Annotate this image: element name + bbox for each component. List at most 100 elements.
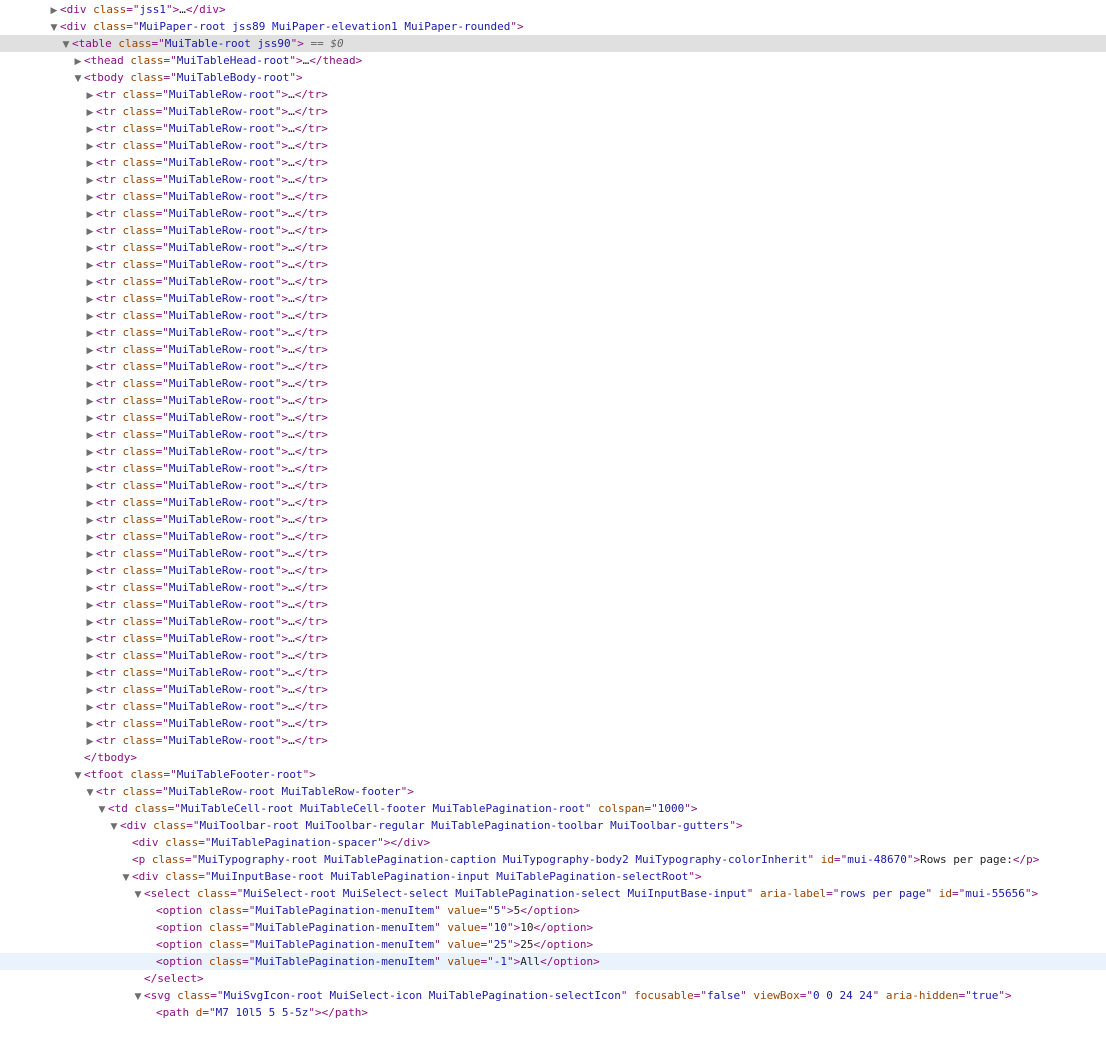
tree-node-tr[interactable]: ▶ <tr class="MuiTableRow-root">…</tr> bbox=[0, 86, 1106, 103]
closing-tag: </tr> bbox=[294, 241, 328, 254]
attribute-value: MuiTableRow-root bbox=[168, 445, 275, 458]
tree-node-p[interactable]: <p class="MuiTypography-root MuiTablePag… bbox=[0, 851, 1106, 868]
attribute-name: class bbox=[122, 445, 156, 458]
tree-node-tr[interactable]: ▶ <tr class="MuiTableRow-root">…</tr> bbox=[0, 239, 1106, 256]
tree-node-tr[interactable]: ▶ <tr class="MuiTableRow-root">…</tr> bbox=[0, 120, 1106, 137]
tree-node-tr[interactable]: ▶ <tr class="MuiTableRow-root">…</tr> bbox=[0, 494, 1106, 511]
attribute-name: class bbox=[122, 258, 156, 271]
attr-quote: =" bbox=[155, 734, 169, 747]
closing-tag: </tr> bbox=[294, 496, 328, 509]
attribute-value: MuiTableRow-root bbox=[168, 496, 275, 509]
tag-name: <div bbox=[132, 870, 159, 883]
tree-node-div[interactable]: ▼ <div class="MuiPaper-root jss89 MuiPape… bbox=[0, 18, 1106, 35]
tree-node-tr[interactable]: ▶ <tr class="MuiTableRow-root">…</tr> bbox=[0, 698, 1106, 715]
attribute-value: MuiTableRow-root bbox=[168, 105, 275, 118]
tree-node-tr[interactable]: ▶ <tr class="MuiTableRow-root">…</tr> bbox=[0, 137, 1106, 154]
attr-space bbox=[116, 547, 123, 560]
tree-node-tbody[interactable]: ▼ <tbody class="MuiTableBody-root"> bbox=[0, 69, 1106, 86]
tree-node-tr[interactable]: ▶ <tr class="MuiTableRow-root">…</tr> bbox=[0, 443, 1106, 460]
tag-end: > bbox=[1031, 887, 1039, 900]
attr-quote: " bbox=[289, 54, 296, 67]
tag-name: <tr bbox=[96, 615, 116, 628]
tree-node-tr[interactable]: ▶ <tr class="MuiTableRow-root">…</tr> bbox=[0, 341, 1106, 358]
tree-node-tr[interactable]: ▶ <tr class="MuiTableRow-root">…</tr> bbox=[0, 664, 1106, 681]
attribute-name: class bbox=[118, 37, 152, 50]
tree-node-option[interactable]: <option class="MuiTablePagination-menuIt… bbox=[0, 936, 1106, 953]
tree-node-tbody[interactable]: </tbody> bbox=[0, 749, 1106, 766]
tree-node-div[interactable]: <div class="MuiTablePagination-spacer"><… bbox=[0, 834, 1106, 851]
tree-node-tr[interactable]: ▶ <tr class="MuiTableRow-root">…</tr> bbox=[0, 511, 1106, 528]
attr-quote: =" bbox=[155, 207, 169, 220]
attribute-name: class bbox=[122, 666, 156, 679]
tree-node-tr[interactable]: ▶ <tr class="MuiTableRow-root">…</tr> bbox=[0, 222, 1106, 239]
tree-node-tr[interactable]: ▶ <tr class="MuiTableRow-root">…</tr> bbox=[0, 188, 1106, 205]
attr-space bbox=[814, 853, 821, 866]
tag-name: <tr bbox=[96, 343, 116, 356]
tree-node-tr[interactable]: ▶ <tr class="MuiTableRow-root">…</tr> bbox=[0, 256, 1106, 273]
attr-space bbox=[116, 428, 123, 441]
tree-node-select[interactable]: ▼ <select class="MuiSelect-root MuiSelect… bbox=[0, 885, 1106, 902]
tree-node-tr[interactable]: ▶ <tr class="MuiTableRow-root">…</tr> bbox=[0, 273, 1106, 290]
closing-tag: </div> bbox=[390, 836, 431, 849]
tree-node-tr[interactable]: ▶ <tr class="MuiTableRow-root">…</tr> bbox=[0, 375, 1106, 392]
tree-node-tr[interactable]: ▶ <tr class="MuiTableRow-root">…</tr> bbox=[0, 545, 1106, 562]
tree-node-tr[interactable]: ▶ <tr class="MuiTableRow-root">…</tr> bbox=[0, 324, 1106, 341]
tree-node-tr[interactable]: ▶ <tr class="MuiTableRow-root">…</tr> bbox=[0, 681, 1106, 698]
tree-node-tr[interactable]: ▶ <tr class="MuiTableRow-root">…</tr> bbox=[0, 426, 1106, 443]
attribute-value: MuiTableRow-root bbox=[168, 377, 275, 390]
attr-quote: =" bbox=[693, 989, 707, 1002]
tree-node-tr[interactable]: ▶ <tr class="MuiTableRow-root">…</tr> bbox=[0, 477, 1106, 494]
tree-node-tfoot[interactable]: ▼ <tfoot class="MuiTableFooter-root"> bbox=[0, 766, 1106, 783]
attr-space bbox=[116, 462, 123, 475]
tree-node-tr[interactable]: ▶ <tr class="MuiTableRow-root">…</tr> bbox=[0, 358, 1106, 375]
tree-node-table[interactable]: ▼ <table class="MuiTable-root jss90"> == … bbox=[0, 35, 1106, 52]
tree-node-tr[interactable]: ▼ <tr class="MuiTableRow-root MuiTableRow… bbox=[0, 783, 1106, 800]
tree-node-tr[interactable]: ▶ <tr class="MuiTableRow-root">…</tr> bbox=[0, 732, 1106, 749]
tag-name: <tr bbox=[96, 173, 116, 186]
tree-node-tr[interactable]: ▶ <tr class="MuiTableRow-root">…</tr> bbox=[0, 154, 1106, 171]
attr-quote: =" bbox=[163, 71, 177, 84]
tree-node-tr[interactable]: ▶ <tr class="MuiTableRow-root">…</tr> bbox=[0, 630, 1106, 647]
tree-node-tr[interactable]: ▶ <tr class="MuiTableRow-root">…</tr> bbox=[0, 171, 1106, 188]
tag-name: <tr bbox=[96, 258, 116, 271]
tree-node-tr[interactable]: ▶ <tr class="MuiTableRow-root">…</tr> bbox=[0, 460, 1106, 477]
tree-node-tr[interactable]: ▶ <tr class="MuiTableRow-root">…</tr> bbox=[0, 528, 1106, 545]
selected-node-marker: == $0 bbox=[303, 37, 344, 50]
closing-tag: </thead> bbox=[309, 54, 363, 67]
tree-node-tr[interactable]: ▶ <tr class="MuiTableRow-root">…</tr> bbox=[0, 579, 1106, 596]
tree-node-tr[interactable]: ▶ <tr class="MuiTableRow-root">…</tr> bbox=[0, 392, 1106, 409]
tree-node-tr[interactable]: ▶ <tr class="MuiTableRow-root">…</tr> bbox=[0, 103, 1106, 120]
tag-end: > bbox=[694, 870, 702, 883]
tree-node-option[interactable]: <option class="MuiTablePagination-menuIt… bbox=[0, 902, 1106, 919]
tree-node-div[interactable]: ▼ <div class="MuiToolbar-root MuiToolbar-… bbox=[0, 817, 1106, 834]
attribute-name: class bbox=[208, 921, 243, 934]
tree-node-select[interactable]: </select> bbox=[0, 970, 1106, 987]
node-content: Rows per page: bbox=[920, 853, 1013, 866]
tree-node-tr[interactable]: ▶ <tr class="MuiTableRow-root">…</tr> bbox=[0, 562, 1106, 579]
attribute-name: class bbox=[122, 326, 156, 339]
tree-node-div[interactable]: ▼ <div class="MuiInputBase-root MuiTableP… bbox=[0, 868, 1106, 885]
tree-node-option[interactable]: <option class="MuiTablePagination-menuIt… bbox=[0, 953, 1106, 970]
tree-node-tr[interactable]: ▶ <tr class="MuiTableRow-root">…</tr> bbox=[0, 205, 1106, 222]
attribute-name: aria-hidden bbox=[885, 989, 959, 1002]
tree-node-path[interactable]: <path d="M7 10l5 5 5-5z"></path> bbox=[0, 1004, 1106, 1021]
attr-space bbox=[116, 139, 123, 152]
tree-node-td[interactable]: ▼ <td class="MuiTableCell-root MuiTableCe… bbox=[0, 800, 1106, 817]
attribute-name: class bbox=[122, 156, 156, 169]
attr-quote: =" bbox=[155, 666, 169, 679]
tree-node-tr[interactable]: ▶ <tr class="MuiTableRow-root">…</tr> bbox=[0, 647, 1106, 664]
attr-space bbox=[116, 615, 123, 628]
closing-tag: </tr> bbox=[294, 122, 328, 135]
tree-node-option[interactable]: <option class="MuiTablePagination-menuIt… bbox=[0, 919, 1106, 936]
tree-node-tr[interactable]: ▶ <tr class="MuiTableRow-root">…</tr> bbox=[0, 596, 1106, 613]
tree-node-thead[interactable]: ▶ <thead class="MuiTableHead-root">…</the… bbox=[0, 52, 1106, 69]
tree-node-tr[interactable]: ▶ <tr class="MuiTableRow-root">…</tr> bbox=[0, 307, 1106, 324]
attr-quote: " bbox=[308, 1006, 315, 1019]
tree-node-tr[interactable]: ▶ <tr class="MuiTableRow-root">…</tr> bbox=[0, 409, 1106, 426]
tree-node-tr[interactable]: ▶ <tr class="MuiTableRow-root">…</tr> bbox=[0, 715, 1106, 732]
tree-node-tr[interactable]: ▶ <tr class="MuiTableRow-root">…</tr> bbox=[0, 613, 1106, 630]
tree-node-svg[interactable]: ▼ <svg class="MuiSvgIcon-root MuiSelect-i… bbox=[0, 987, 1106, 1004]
tree-node-tr[interactable]: ▶ <tr class="MuiTableRow-root">…</tr> bbox=[0, 290, 1106, 307]
attribute-name: class bbox=[122, 377, 156, 390]
tree-node-div[interactable]: ▶ <div class="jss1">…</div> bbox=[0, 1, 1106, 18]
